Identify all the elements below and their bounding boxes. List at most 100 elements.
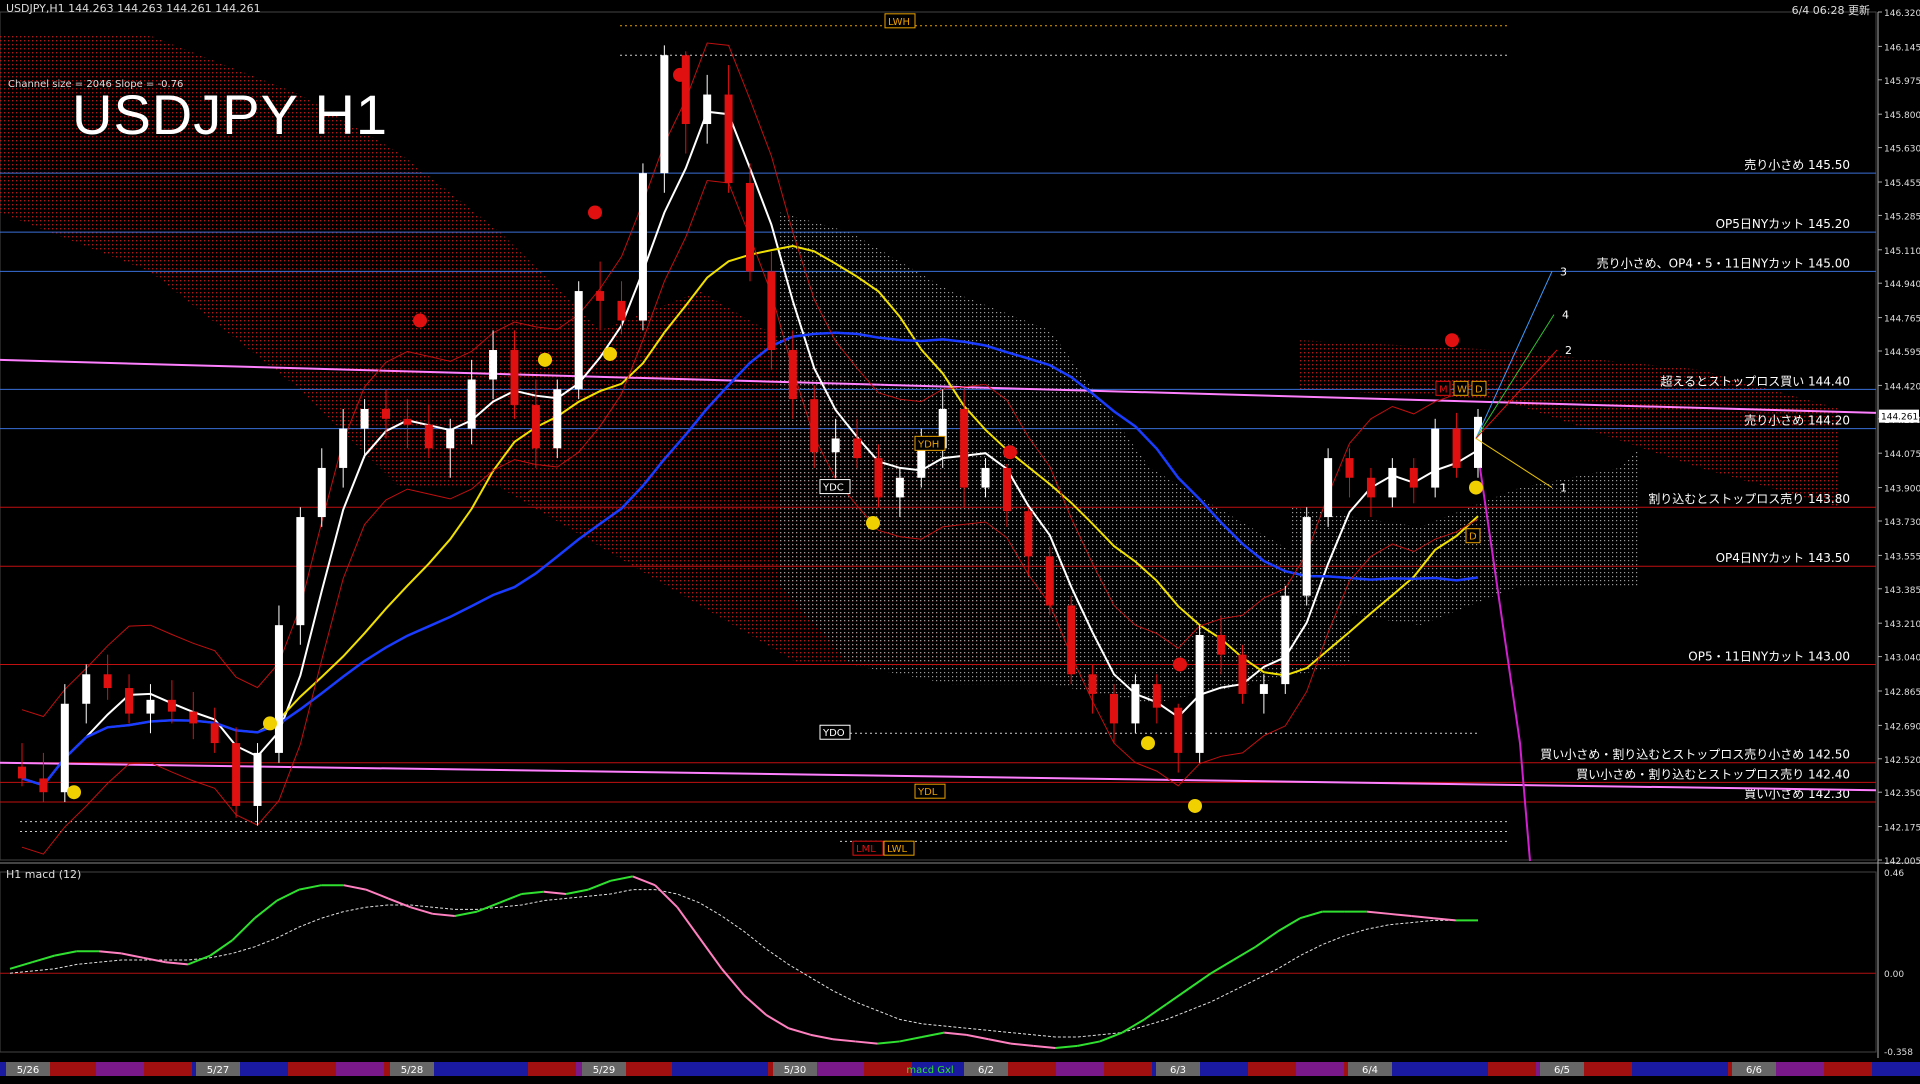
fractal-high-marker <box>413 313 427 328</box>
candle-bull <box>1195 634 1204 753</box>
price-tick-label: 143.040 <box>1884 654 1920 664</box>
candle-bear <box>510 350 519 406</box>
macd-scale-zero: 0.00 <box>1884 970 1904 980</box>
candle-bear <box>1152 684 1161 708</box>
fractal-low-marker <box>866 515 880 530</box>
candle-bull <box>917 448 926 478</box>
macd-segment <box>498 893 522 904</box>
date-strip-segment <box>816 1062 864 1076</box>
candle-bear <box>531 405 540 449</box>
update-time: 6/4 06:28 更新 <box>1791 4 1870 17</box>
candle-bear <box>1067 605 1076 675</box>
macd-segment <box>988 1038 1012 1045</box>
macd-segment <box>1210 959 1234 975</box>
candle-bull <box>296 517 305 626</box>
macd-segment <box>1411 915 1434 920</box>
fractal-low-marker <box>1188 798 1202 813</box>
candle-bear <box>125 688 134 714</box>
candle-bear <box>874 458 883 498</box>
price-tick-label: 144.075 <box>1884 450 1920 460</box>
macd-segment <box>832 1038 856 1043</box>
date-label: 5/30 <box>784 1065 806 1076</box>
macd-segment <box>743 994 767 1016</box>
date-strip-segment <box>480 1062 528 1076</box>
tag-ydc: YDC <box>822 483 844 494</box>
candle-bull <box>703 94 712 125</box>
date-strip-segment <box>48 1062 96 1076</box>
macd-segment <box>209 939 233 957</box>
fractal-high-marker <box>1003 445 1017 460</box>
candle-bear <box>1110 693 1118 724</box>
date-strip-segment <box>864 1062 912 1076</box>
candle-bull <box>82 674 91 704</box>
candle-bear <box>596 291 605 301</box>
candle-bear <box>1002 467 1011 512</box>
date-strip-segment <box>1584 1062 1632 1076</box>
level-label: OP5・11日NYカット 143.00 <box>1688 649 1850 663</box>
macd-segment <box>855 1040 878 1045</box>
chart-title: USDJPY H1 <box>72 83 389 146</box>
candle-bear <box>1174 707 1183 753</box>
price-tick-label: 142.690 <box>1884 722 1920 732</box>
macd-label: H1 macd (12) <box>6 868 82 881</box>
candle-bear <box>382 408 390 419</box>
date-label: 6/2 <box>978 1065 994 1076</box>
candle-bull <box>253 752 262 806</box>
candle-bull <box>274 625 283 753</box>
candle-bear <box>617 300 626 321</box>
kumo-cloud-white <box>780 212 1350 704</box>
macd-segment <box>921 1031 945 1039</box>
candle-bull <box>146 699 155 714</box>
candle-bull <box>1324 458 1333 518</box>
date-label: 6/5 <box>1554 1065 1570 1076</box>
candle-bear <box>1217 634 1226 655</box>
date-strip-segment <box>336 1062 384 1076</box>
fractal-high-marker <box>1173 657 1187 672</box>
candle-bear <box>767 271 776 351</box>
symbol-info: USDJPY,H1 144.263 144.263 144.261 144.26… <box>6 2 261 15</box>
date-strip-segment <box>1824 1062 1872 1076</box>
macd-segment <box>121 952 144 959</box>
date-strip-segment <box>720 1062 768 1076</box>
date-label: 6/6 <box>1746 1065 1762 1076</box>
candle-bear <box>403 418 412 425</box>
level-label: 売り小さめ、OP4・5・11日NYカット 145.00 <box>1597 255 1850 270</box>
projection-label-3: 3 <box>1560 265 1567 278</box>
macd-segment <box>1033 1044 1056 1050</box>
tag-d-lower: D <box>1469 532 1477 543</box>
date-strip-segment <box>1296 1062 1344 1076</box>
macd-segment <box>765 1014 789 1030</box>
macd-segment <box>1232 945 1257 961</box>
candle-bear <box>1088 674 1097 694</box>
candle-bull <box>489 350 498 380</box>
candle-bear <box>960 408 969 488</box>
macd-scale-bottom: -0.358 <box>1884 1048 1913 1058</box>
macd-segment <box>343 884 367 891</box>
date-strip-segment <box>528 1062 576 1076</box>
macd-segment <box>1121 1018 1145 1034</box>
macd-segment <box>276 888 300 902</box>
price-chart[interactable]: 146.320 146.145 145.975 145.800 145.630 145.4… <box>0 0 1920 1080</box>
fractal-low-marker <box>1141 736 1155 751</box>
level-label: 超えるとストップロス買い 144.40 <box>1661 373 1850 388</box>
tag-d: D <box>1475 384 1483 395</box>
macd-segment <box>1366 910 1390 915</box>
level-label: 買い小さめ・割り込むとストップロス売り 142.40 <box>1576 766 1850 781</box>
date-strip-segment <box>288 1062 336 1076</box>
macd-segment <box>1255 930 1279 948</box>
date-strip-segment <box>144 1062 192 1076</box>
price-tick-label: 145.800 <box>1884 111 1920 121</box>
candle-bull <box>1431 428 1440 488</box>
candle-bear <box>1024 511 1033 557</box>
candle-bull <box>360 408 369 429</box>
macd-segment <box>944 1031 967 1036</box>
candle-bull <box>1388 467 1397 498</box>
macd-segment <box>610 875 633 882</box>
price-tick-label: 142.350 <box>1884 789 1920 799</box>
macd-segment <box>521 890 544 896</box>
projection-label-2: 2 <box>1565 344 1572 357</box>
chart-window[interactable]: 146.320 146.145 145.975 145.800 145.630 145.4… <box>0 0 1920 1080</box>
tag-ydh: YDH <box>917 439 939 450</box>
date-strip-segment <box>1200 1062 1248 1076</box>
price-tick-label: 143.555 <box>1884 552 1920 562</box>
